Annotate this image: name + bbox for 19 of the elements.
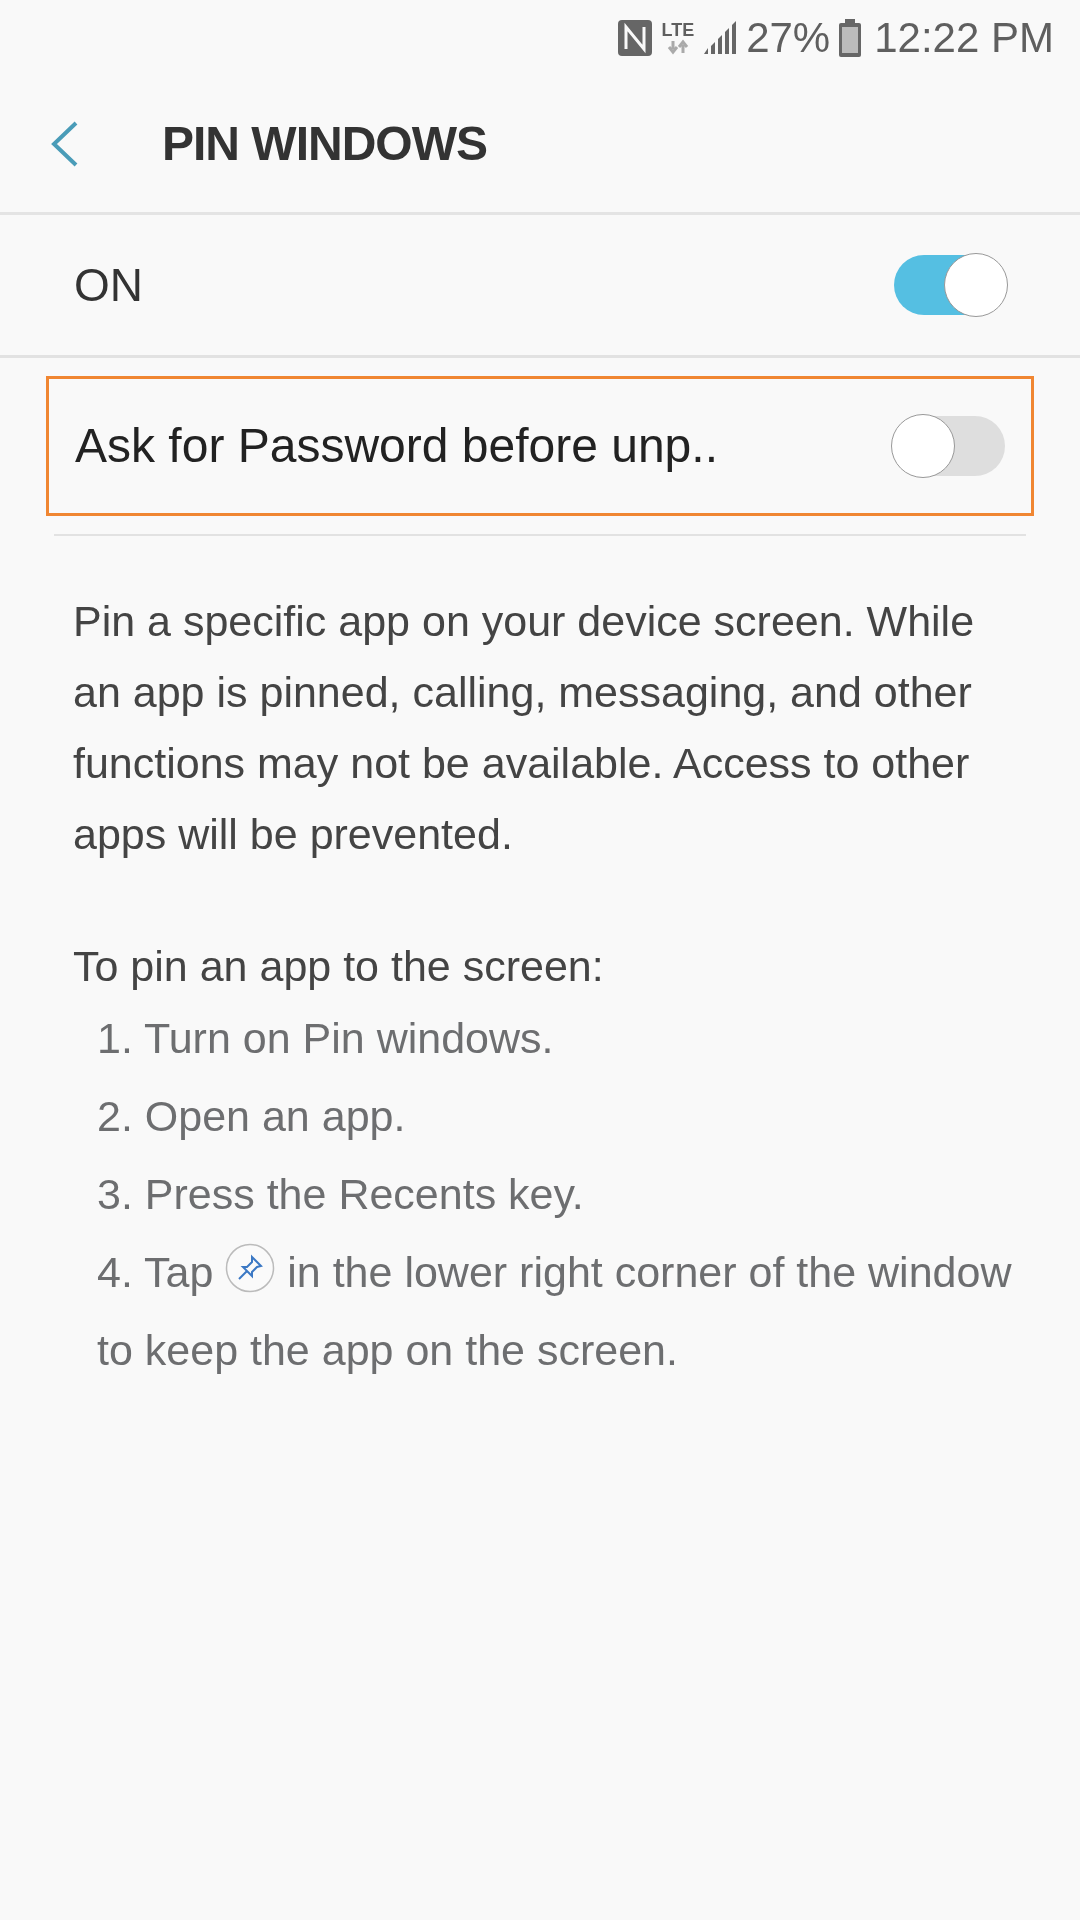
data-arrows-icon bbox=[665, 38, 690, 55]
lte-label: LTE bbox=[661, 20, 695, 39]
setting-label: Ask for Password before unp.. bbox=[75, 418, 718, 474]
description-text: Pin a specific app on your device screen. While an app is pinned, calling, messaging, and other functions may not be available. Access to other apps will be prevented. bbox=[72, 596, 976, 860]
nfc-icon bbox=[617, 18, 654, 57]
page-title: PIN WINDOWS bbox=[162, 115, 487, 172]
pin-icon bbox=[225, 1242, 276, 1293]
setting-toggle[interactable] bbox=[893, 416, 1005, 476]
battery-percent: 27% bbox=[746, 13, 831, 63]
step-text: 4. Tap in the lower right corner of the window to keep the app on the screen. bbox=[0, 1232, 1080, 1389]
battery-icon bbox=[838, 18, 863, 57]
steps-heading: To pin an app to the screen: bbox=[72, 941, 605, 992]
step-text: 2. Open an app. bbox=[96, 1090, 407, 1142]
step-text: 3. Press the Recents key. bbox=[96, 1168, 585, 1220]
clock-time: 12:22 PM bbox=[874, 13, 1054, 63]
switch-label: ON bbox=[74, 257, 143, 313]
step-text: 1. Turn on Pin windows. bbox=[96, 1012, 555, 1064]
signal-icon bbox=[702, 19, 739, 56]
master-toggle[interactable] bbox=[894, 255, 1006, 315]
